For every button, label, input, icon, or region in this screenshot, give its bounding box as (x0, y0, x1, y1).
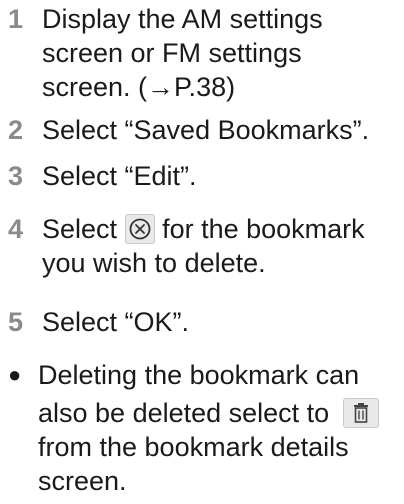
step-5: 5 Select “OK”. (8, 305, 189, 339)
trash-icon (342, 398, 379, 428)
step-text-line: Select for the bookmark (42, 212, 365, 246)
step-3: 3 Select “Edit”. (8, 159, 197, 193)
step-text: Display the AM settings screen or FM set… (42, 2, 323, 104)
step-text: Select “Saved Bookmarks”. (42, 115, 370, 145)
step-number: 3 (8, 161, 24, 191)
step-text-post: for the bookmark (162, 214, 365, 244)
note: ● Deleting the bookmark can also be dele… (8, 358, 379, 498)
note-line: also be deleted select to (38, 396, 379, 430)
step-1: 1 Display the AM settings screen or FM s… (8, 2, 323, 104)
step-4: 4 Select for the bookmark you wish to de… (8, 212, 365, 280)
bullet-icon: ● (8, 362, 22, 387)
step-text-line: Display the AM settings (42, 4, 323, 34)
step-number: 2 (8, 115, 24, 145)
step-2: 2 Select “Saved Bookmarks”. (8, 113, 369, 147)
note-line: screen. (38, 466, 127, 496)
step-text-pre: Select (42, 214, 118, 244)
step-number: 5 (8, 307, 24, 337)
delete-x-icon (124, 214, 155, 244)
step-number: 4 (8, 214, 24, 244)
note-text: Deleting the bookmark can also be delete… (38, 358, 379, 498)
step-number: 1 (8, 4, 24, 34)
note-line: from the bookmark details (38, 432, 349, 462)
step-text: Select “Edit”. (42, 161, 197, 191)
step-text-line: screen or FM settings (42, 38, 302, 68)
step-text: Select for the bookmark you wish to dele… (42, 212, 365, 280)
note-line: Deleting the bookmark can (38, 360, 360, 390)
step-text-line: screen. (→P.38) (42, 72, 236, 102)
step-text-line: you wish to delete. (42, 248, 266, 278)
instruction-page: 1 Display the AM settings screen or FM s… (0, 0, 404, 504)
step-text: Select “OK”. (42, 307, 190, 337)
note-line-text: also be deleted select to (38, 398, 330, 428)
